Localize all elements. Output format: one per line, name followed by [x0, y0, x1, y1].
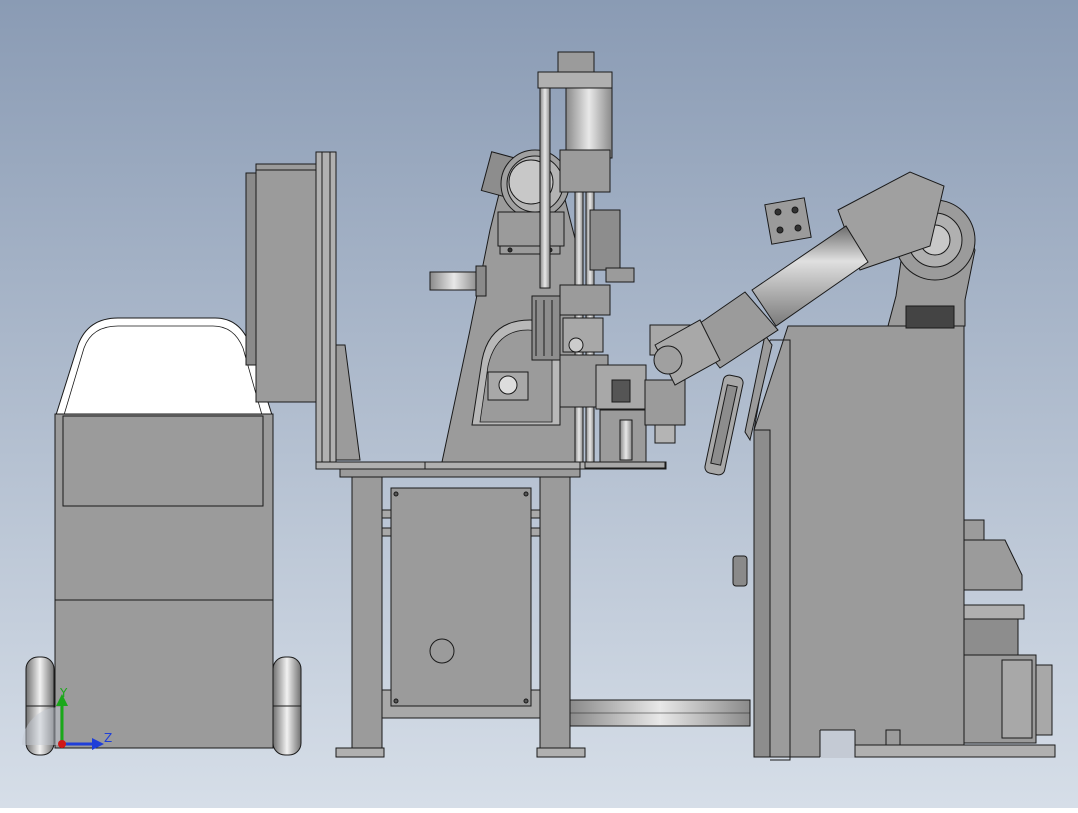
cad-viewport[interactable]: Y Z: [0, 0, 1078, 808]
triad-x-axis: [58, 740, 66, 748]
side-cylinder[interactable]: [429, 271, 479, 291]
door-lock[interactable]: [429, 638, 455, 664]
handle-left[interactable]: [732, 555, 748, 587]
triad-y-label: Y: [59, 686, 68, 700]
robot-base-plate: [905, 305, 955, 329]
triad-z-label: Z: [104, 731, 112, 745]
stand-cabinet-door[interactable]: [390, 487, 532, 707]
cad-model-view[interactable]: Y Z: [0, 0, 1078, 808]
